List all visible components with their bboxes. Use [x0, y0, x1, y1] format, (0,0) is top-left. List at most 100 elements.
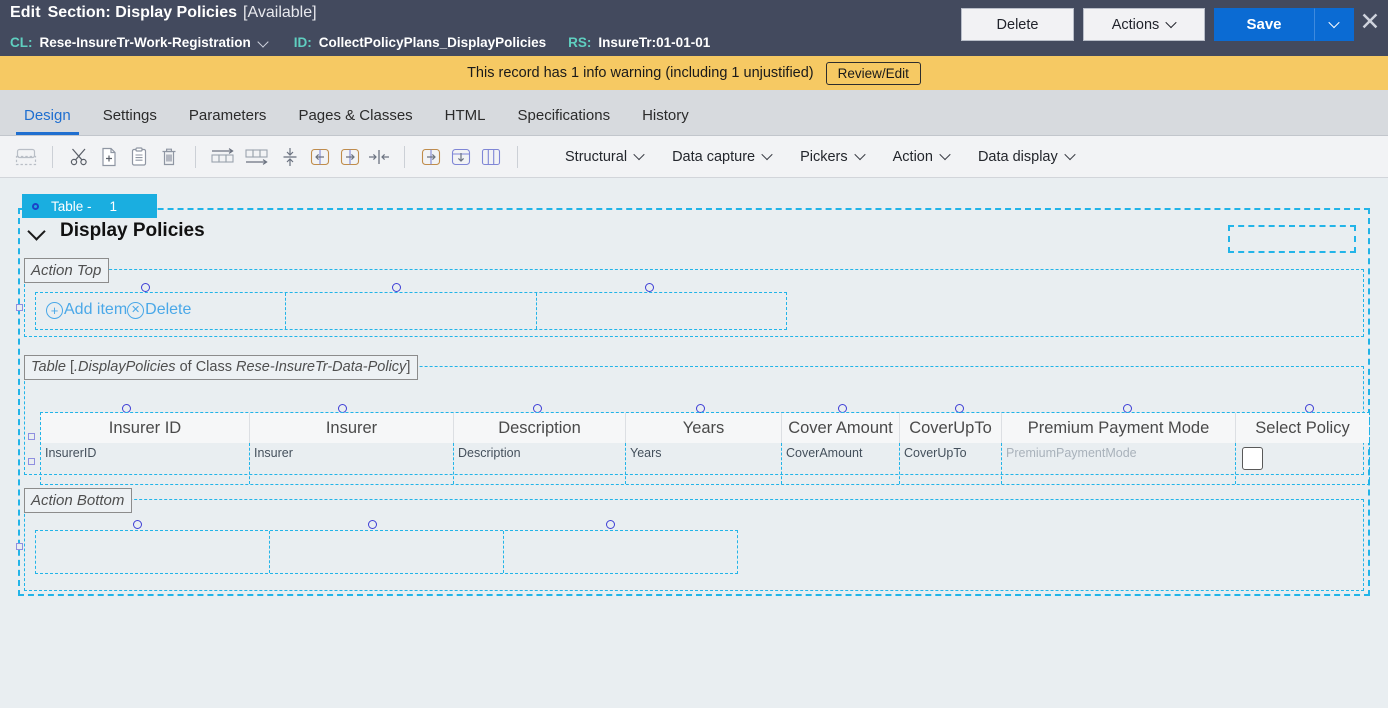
insert-left-icon[interactable]	[306, 143, 334, 171]
action-bottom-col-3[interactable]	[504, 531, 737, 573]
cell-select-policy[interactable]	[1236, 443, 1369, 484]
x-circle-icon[interactable]: ✕	[127, 301, 145, 319]
insert-column-right-icon[interactable]	[242, 143, 274, 171]
column-header-years[interactable]: Years	[626, 413, 782, 443]
column-handle-3[interactable]	[645, 283, 654, 292]
save-dropdown-button[interactable]	[1314, 8, 1354, 41]
close-icon[interactable]: ✕	[1356, 8, 1384, 38]
cell-cover-amount[interactable]: CoverAmount	[782, 443, 900, 484]
delete-button[interactable]: Delete	[961, 8, 1074, 41]
tab-settings[interactable]: Settings	[87, 108, 173, 135]
action-bottom-columns[interactable]	[35, 530, 738, 574]
menu-action[interactable]: Action	[879, 142, 964, 172]
ruleset-label: RS:	[568, 34, 592, 50]
add-item-link[interactable]: Add item	[64, 301, 127, 319]
tab-history[interactable]: History	[626, 108, 705, 135]
column-handle-2[interactable]	[392, 283, 401, 292]
table-source-of-class: of Class	[179, 359, 232, 375]
plus-circle-icon[interactable]: +	[46, 301, 63, 319]
action-top-columns[interactable]: + Add item ✕ Delete	[35, 292, 787, 330]
chevron-down-icon	[941, 152, 950, 161]
action-bottom-col-2[interactable]	[270, 531, 504, 573]
paste-new-icon[interactable]	[95, 143, 123, 171]
cell-cover-up-to[interactable]: CoverUpTo	[900, 443, 1002, 484]
column-header-cover-up-to[interactable]: CoverUpTo	[900, 413, 1002, 443]
action-bottom-column-handle-1[interactable]	[133, 520, 142, 529]
chevron-down-icon	[856, 152, 865, 161]
column-handle-1[interactable]	[141, 283, 150, 292]
cell-years[interactable]: Years	[626, 443, 782, 484]
action-top-tag[interactable]: Action Top	[24, 258, 110, 283]
action-top-col-2[interactable]	[286, 293, 537, 329]
distribute-vertical-icon[interactable]	[276, 143, 304, 171]
menu-pickers[interactable]: Pickers	[786, 142, 879, 172]
action-bottom-col-1[interactable]	[36, 531, 270, 573]
table-source-prefix: Table	[31, 359, 66, 375]
action-top-col-1[interactable]: + Add item ✕ Delete	[36, 293, 287, 329]
tab-design[interactable]: Design	[8, 108, 87, 135]
review-edit-button[interactable]: Review/Edit	[825, 61, 921, 85]
section-outer-layout[interactable]: Table - 1 Display Policies Action Top + …	[16, 194, 1370, 596]
tab-parameters[interactable]: Parameters	[173, 108, 283, 135]
menu-structural[interactable]: Structural	[551, 142, 658, 172]
header-empty-cell[interactable]	[1228, 225, 1356, 253]
column-header-premium-payment-mode[interactable]: Premium Payment Mode	[1002, 413, 1236, 443]
table-header-row: Insurer ID Insurer Description Years Cov…	[41, 413, 1369, 443]
cut-icon[interactable]	[65, 143, 93, 171]
toolbar-divider	[404, 145, 405, 168]
action-bottom-column-handle-3[interactable]	[606, 520, 615, 529]
copy-clipboard-icon[interactable]	[125, 143, 153, 171]
layout-type-tag[interactable]: Table - 1	[22, 194, 157, 218]
id-value: CollectPolicyPlans_DisplayPolicies	[318, 34, 547, 50]
cell-premium-payment-mode[interactable]: PremiumPaymentMode	[1002, 443, 1236, 484]
menu-data-display[interactable]: Data display	[964, 142, 1089, 172]
table-header-row-handle[interactable]	[28, 433, 35, 440]
warning-text: This record has 1 info warning (includin…	[467, 65, 814, 81]
select-region-icon[interactable]	[12, 143, 40, 171]
split-columns-icon[interactable]	[477, 143, 505, 171]
class-value[interactable]: Rese-InsureTr-Work-Registration	[40, 35, 251, 50]
insert-row-right-icon[interactable]	[208, 143, 240, 171]
chevron-down-icon[interactable]	[259, 38, 270, 45]
column-header-description[interactable]: Description	[454, 413, 626, 443]
chevron-down-icon	[763, 152, 772, 161]
tab-specifications[interactable]: Specifications	[502, 108, 627, 135]
tab-pages-classes[interactable]: Pages & Classes	[282, 108, 428, 135]
merge-cells-icon[interactable]	[366, 143, 392, 171]
actions-button[interactable]: Actions	[1083, 8, 1205, 41]
column-header-cover-amount[interactable]: Cover Amount	[782, 413, 900, 443]
select-policy-checkbox[interactable]	[1242, 447, 1263, 470]
toolbar-divider	[195, 145, 196, 168]
chevron-down-icon	[1066, 152, 1075, 161]
action-top-row-handle[interactable]	[16, 304, 23, 311]
tab-html[interactable]: HTML	[429, 108, 502, 135]
column-header-select-policy[interactable]: Select Policy	[1236, 413, 1369, 443]
menu-structural-label: Structural	[565, 148, 628, 165]
delete-trash-icon[interactable]	[155, 143, 183, 171]
insert-cell-right-icon[interactable]	[417, 143, 445, 171]
menu-data-capture[interactable]: Data capture	[658, 142, 786, 172]
save-button[interactable]: Save	[1214, 8, 1314, 41]
insert-cell-below-icon[interactable]	[447, 143, 475, 171]
table-source-property: .DisplayPolicies	[74, 359, 176, 375]
action-top-col-3[interactable]	[537, 293, 786, 329]
action-bottom-column-handle-2[interactable]	[368, 520, 377, 529]
menu-data-capture-label: Data capture	[672, 148, 756, 165]
title-status: [Available]	[243, 4, 317, 21]
delete-link[interactable]: Delete	[145, 301, 191, 319]
column-header-insurer-id[interactable]: Insurer ID	[41, 413, 250, 443]
column-header-insurer[interactable]: Insurer	[250, 413, 454, 443]
insert-right-icon[interactable]	[336, 143, 364, 171]
data-table[interactable]: Insurer ID Insurer Description Years Cov…	[40, 412, 1370, 485]
toolbar-divider	[52, 145, 53, 168]
action-bottom-tag[interactable]: Action Bottom	[24, 488, 133, 513]
table-source-tag[interactable]: Table [.DisplayPolicies of Class Rese-In…	[24, 355, 419, 380]
chevron-down-icon[interactable]	[28, 225, 46, 237]
cell-insurer[interactable]: Insurer	[250, 443, 454, 484]
header-actions: Delete Actions Save	[961, 8, 1354, 41]
cell-description[interactable]: Description	[454, 443, 626, 484]
table-data-row-handle[interactable]	[28, 458, 35, 465]
cell-insurer-id[interactable]: InsurerID	[41, 443, 250, 484]
layout-type-label: Table -	[51, 198, 92, 214]
action-bottom-row-handle[interactable]	[16, 543, 23, 550]
